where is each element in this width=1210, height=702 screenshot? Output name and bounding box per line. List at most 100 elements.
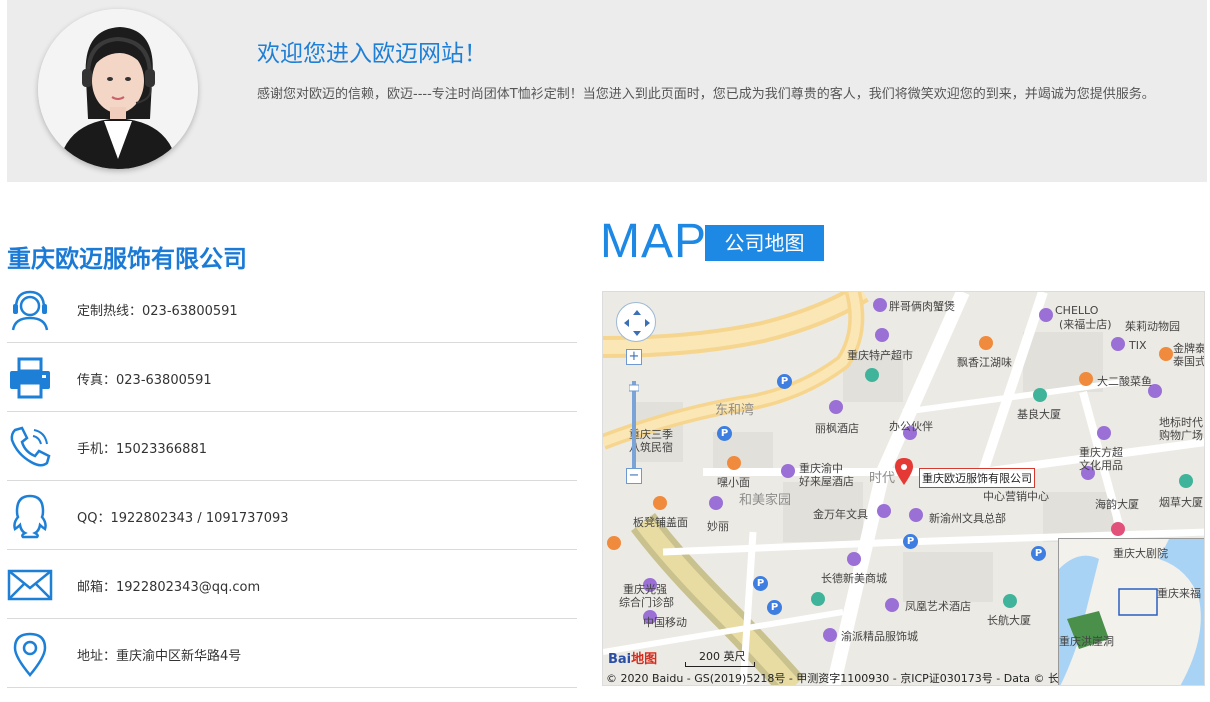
poi-icon[interactable] — [1079, 372, 1093, 386]
map-label: 综合门诊部 — [619, 596, 674, 609]
poi-icon[interactable] — [875, 328, 889, 342]
map-label: 妙丽 — [707, 520, 729, 533]
poi-icon[interactable] — [1039, 308, 1053, 322]
poi-icon[interactable] — [1111, 522, 1125, 536]
poi-icon[interactable] — [979, 336, 993, 350]
parking-icon[interactable]: P — [717, 426, 732, 441]
poi-icon[interactable] — [1159, 347, 1173, 361]
welcome-banner: 欢迎您进入欧迈网站！ 感谢您对欧迈的信赖，欧迈----专注时尚团体T恤衫定制！当… — [7, 0, 1207, 182]
map-district-label: 和美家园 — [739, 493, 792, 508]
parking-icon[interactable]: P — [777, 374, 792, 389]
map-label: 凤凰艺术酒店 — [905, 600, 971, 613]
map-label: 长航大厦 — [987, 614, 1031, 627]
pan-control[interactable] — [616, 302, 656, 342]
scale-bar — [685, 662, 755, 667]
welcome-title: 欢迎您进入欧迈网站！ — [257, 41, 487, 67]
poi-icon[interactable] — [1097, 426, 1111, 440]
poi-icon[interactable] — [811, 592, 825, 606]
poi-icon[interactable] — [781, 464, 795, 478]
company-marker-label[interactable]: 重庆欧迈服饰有限公司 — [919, 468, 1035, 488]
zoom-out-button[interactable]: − — [626, 468, 642, 484]
poi-icon[interactable] — [847, 552, 861, 566]
map-label: 中国移动 — [643, 616, 687, 629]
contact-item-email: 邮箱：1922802343@qq.com — [7, 550, 577, 619]
contact-item-mobile: 手机：15023366881 — [7, 412, 577, 481]
map-copyright: © 2020 Baidu - GS(2019)5218号 - 甲测资字11009… — [606, 672, 1093, 685]
poi-icon[interactable] — [885, 598, 899, 612]
contact-list: 定制热线：023-63800591 传真：023-63800591 手机：150… — [7, 274, 577, 688]
poi-icon[interactable] — [873, 298, 887, 312]
map-heading-label: 公司地图 — [705, 225, 824, 261]
map-label: 嘿小面 — [717, 476, 750, 489]
headset-icon — [11, 290, 49, 331]
map-label: 重庆特产超市 — [847, 349, 913, 362]
map-label: 地标时代 — [1159, 416, 1203, 429]
mobile-text: 手机：15023366881 — [77, 442, 207, 457]
map-label: 烟草大厦 — [1159, 496, 1203, 509]
map-label: 茱莉动物园 — [1125, 320, 1180, 333]
poi-icon[interactable] — [1179, 474, 1193, 488]
map-heading: MAP — [600, 215, 708, 268]
map-label: 重庆光强 — [623, 583, 667, 596]
map-label: 渝派精品服饰城 — [841, 630, 918, 643]
map-label: 基良大厦 — [1017, 408, 1061, 421]
map-label: 购物广场 — [1159, 429, 1203, 442]
map-label: 新渝州文具总部 — [929, 512, 1006, 525]
parking-icon[interactable]: P — [753, 576, 768, 591]
poi-icon[interactable] — [877, 504, 891, 518]
poi-icon[interactable] — [909, 508, 923, 522]
company-name: 重庆欧迈服饰有限公司 — [7, 245, 247, 273]
arrows-icon — [624, 310, 650, 336]
contact-item-address: 地址：重庆渝中区新华路4号 — [7, 619, 577, 688]
poi-icon[interactable] — [653, 496, 667, 510]
fax-text: 传真：023-63800591 — [77, 373, 212, 388]
map-label: 好来屋酒店 — [799, 475, 854, 488]
contact-item-hotline: 定制热线：023-63800591 — [7, 274, 577, 343]
map-label: 办公伙伴 — [889, 420, 933, 433]
map-label: 重庆大剧院 — [1113, 547, 1168, 560]
map-label: 长德新美商城 — [821, 572, 887, 585]
overview-map[interactable]: 重庆大剧院 重庆来福 重庆洪崖洞 — [1058, 538, 1204, 685]
poi-icon[interactable] — [607, 536, 621, 550]
map-label: TIX — [1129, 339, 1147, 352]
zoom-in-button[interactable]: + — [626, 349, 642, 365]
map-label: 胖哥俩肉蟹煲 — [889, 300, 955, 313]
poi-icon[interactable] — [727, 456, 741, 470]
poi-icon[interactable] — [1111, 337, 1125, 351]
phone-icon — [10, 426, 51, 467]
location-pin-icon — [13, 632, 47, 677]
map-label: 重庆渝中 — [799, 462, 843, 475]
parking-icon[interactable]: P — [903, 534, 918, 549]
map-label: 飘香江湖味 — [957, 356, 1012, 369]
qq-text: QQ：1922802343 / 1091737093 — [77, 511, 289, 526]
map-label: 中心营销中心 — [983, 490, 1049, 503]
parking-icon[interactable]: P — [767, 600, 782, 615]
map-label: 金牌泰 — [1173, 342, 1205, 355]
map-label: (来福士店) — [1059, 318, 1112, 331]
map-label: CHELLO — [1055, 304, 1099, 317]
parking-icon[interactable]: P — [1031, 546, 1046, 561]
baidu-map[interactable]: P P P P P P 胖哥俩肉蟹煲 CHELLO (来福士店) 茱莉动物园 T… — [602, 291, 1205, 686]
customer-service-avatar — [38, 9, 198, 169]
map-label: 重庆来福 — [1157, 587, 1201, 600]
poi-icon[interactable] — [1033, 388, 1047, 402]
map-label: 丽枫酒店 — [815, 422, 859, 435]
welcome-description: 感谢您对欧迈的信赖，欧迈----专注时尚团体T恤衫定制！当您进入到此页面时，您已… — [257, 87, 1155, 102]
contact-item-fax: 传真：023-63800591 — [7, 343, 577, 412]
printer-icon — [10, 357, 50, 399]
poi-icon[interactable] — [865, 368, 879, 382]
poi-icon[interactable] — [709, 496, 723, 510]
map-label: 重庆方超 — [1079, 446, 1123, 459]
poi-icon[interactable] — [829, 400, 843, 414]
map-label: 金万年文具 — [813, 508, 868, 521]
map-label: 重庆洪崖洞 — [1059, 635, 1114, 648]
hotline-text: 定制热线：023-63800591 — [77, 304, 238, 319]
contact-item-qq: QQ：1922802343 / 1091737093 — [7, 481, 577, 550]
overview-map-base — [1059, 539, 1204, 685]
qq-icon — [13, 494, 47, 539]
poi-icon[interactable] — [1003, 594, 1017, 608]
map-label: 泰国式 — [1173, 355, 1205, 368]
map-label: 文化用品 — [1079, 459, 1123, 472]
baidu-logo: Bai地图 — [608, 652, 658, 667]
poi-icon[interactable] — [823, 628, 837, 642]
